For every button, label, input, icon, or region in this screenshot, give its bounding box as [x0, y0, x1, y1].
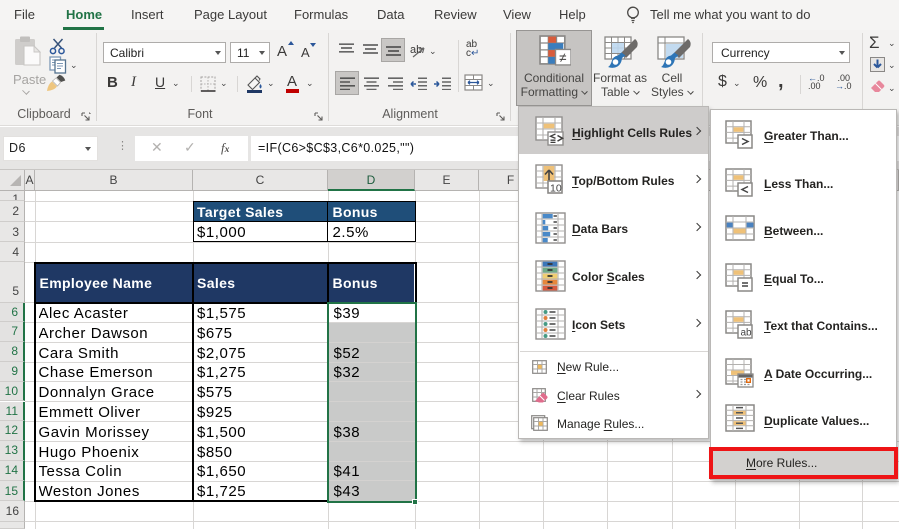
svg-text:≠: ≠	[559, 50, 566, 65]
svg-text:10: 10	[550, 183, 562, 195]
svg-text:ab: ab	[741, 328, 753, 339]
